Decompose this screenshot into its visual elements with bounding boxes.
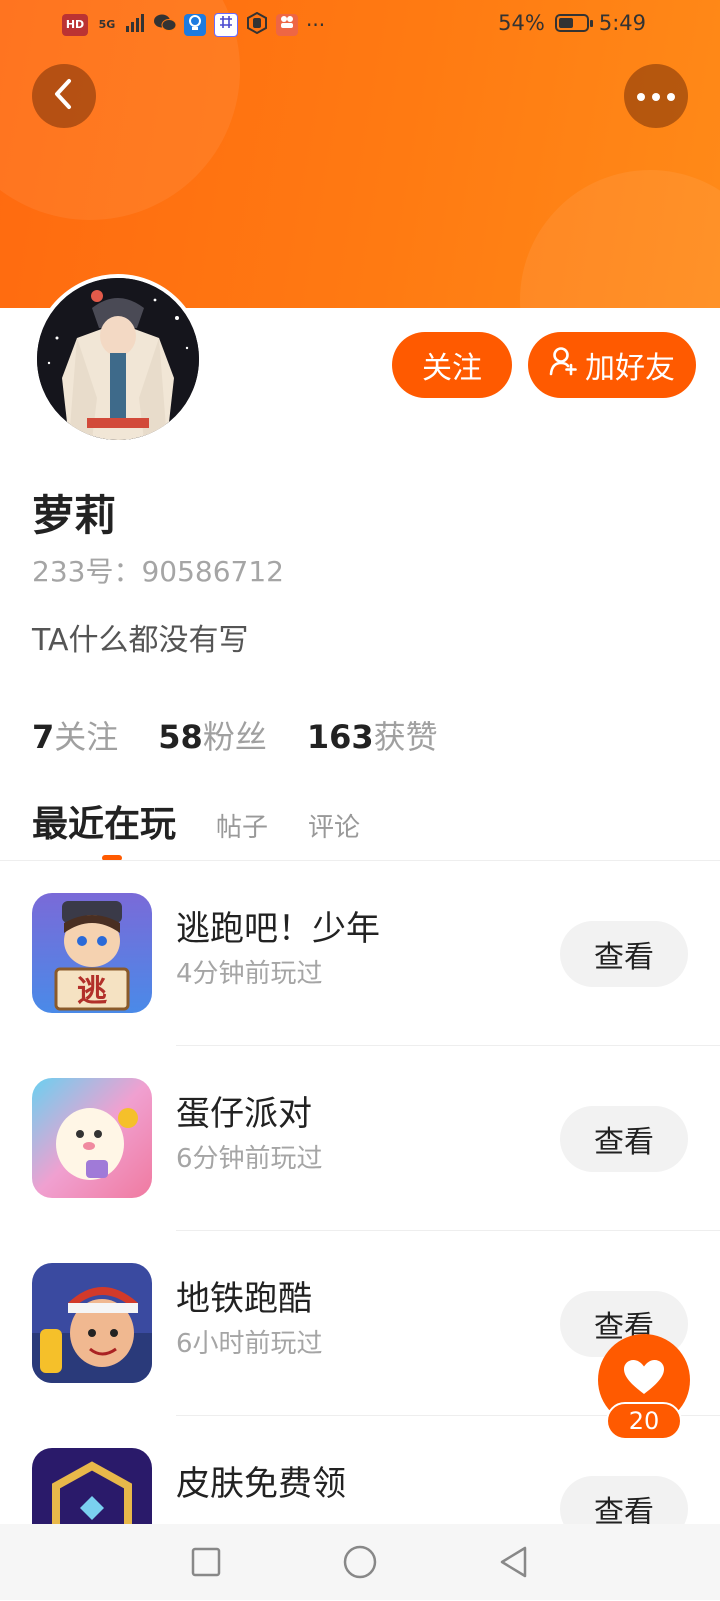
tab-recently-played[interactable]: 最近在玩	[32, 795, 176, 861]
view-button[interactable]: 查看	[560, 921, 688, 987]
follow-label: 关注	[422, 351, 482, 386]
user-id: 233号：90586712	[32, 555, 284, 588]
list-item[interactable]: 蛋仔派对 6分钟前玩过 查看	[0, 1046, 720, 1231]
game-title: 逃跑吧！少年	[176, 909, 380, 949]
hd-icon: HD	[62, 14, 88, 36]
stat-following[interactable]: 7关注	[32, 712, 118, 758]
lightbulb-icon	[184, 14, 206, 36]
more-button[interactable]	[624, 64, 688, 128]
game-icon	[32, 1263, 152, 1383]
profile-name: 萝莉	[32, 491, 117, 540]
triangle-back-icon	[499, 1546, 529, 1582]
tab-posts[interactable]: 帖子	[216, 807, 268, 844]
add-friend-label: 加好友	[585, 351, 675, 386]
status-bar: HD 5G ··· 54% 5:49	[0, 0, 720, 50]
5g-icon: 5G	[98, 18, 116, 31]
battery-icon	[554, 14, 593, 32]
avatar[interactable]	[33, 274, 203, 444]
square-icon	[191, 1547, 221, 1581]
stats-bar: 7关注 58粉丝 163获赞	[32, 712, 438, 758]
circle-icon	[343, 1545, 377, 1583]
view-button[interactable]: 查看	[560, 1106, 688, 1172]
wechat-icon	[154, 13, 177, 37]
add-friend-button[interactable]: 加好友	[528, 332, 696, 398]
game-title: 地铁跑酷	[176, 1279, 312, 1319]
more-notifications-icon: ···	[306, 13, 326, 37]
hand-icon	[246, 11, 268, 38]
heart-icon	[624, 1360, 664, 1400]
tab-comments[interactable]: 评论	[308, 807, 360, 844]
back-button[interactable]	[32, 64, 96, 128]
clock: 5:49	[598, 11, 646, 35]
like-count-badge: 20	[606, 1402, 682, 1440]
stat-likes[interactable]: 163获赞	[307, 712, 438, 758]
system-nav-bar	[0, 1524, 720, 1600]
recent-apps-button[interactable]	[186, 1544, 226, 1584]
signal-icon	[126, 14, 146, 36]
game-last-played: 6分钟前玩过	[176, 1144, 323, 1174]
tab-bar: 最近在玩 帖子 评论	[32, 795, 360, 861]
stat-fans[interactable]: 58粉丝	[158, 712, 267, 758]
bio: TA什么都没有写	[32, 623, 249, 658]
back-nav-button[interactable]	[494, 1544, 534, 1584]
list-item[interactable]: 逃 逃跑吧！少年 4分钟前玩过 查看	[0, 861, 720, 1046]
follow-button[interactable]: 关注	[392, 332, 512, 398]
battery-percent: 54%	[498, 11, 545, 35]
game-title: 蛋仔派对	[176, 1094, 312, 1134]
add-user-icon	[549, 346, 577, 384]
game-icon: 逃	[32, 893, 152, 1013]
chevron-left-icon	[51, 77, 77, 115]
svg-text:逃: 逃	[77, 974, 107, 1009]
app-icon	[214, 13, 238, 37]
home-button[interactable]	[340, 1544, 380, 1584]
more-dots-icon	[636, 87, 676, 106]
game-last-played: 6小时前玩过	[176, 1329, 323, 1359]
app2-icon	[276, 14, 298, 36]
game-icon	[32, 1078, 152, 1198]
game-last-played: 4分钟前玩过	[176, 959, 323, 989]
game-title: 皮肤免费领	[176, 1464, 346, 1504]
